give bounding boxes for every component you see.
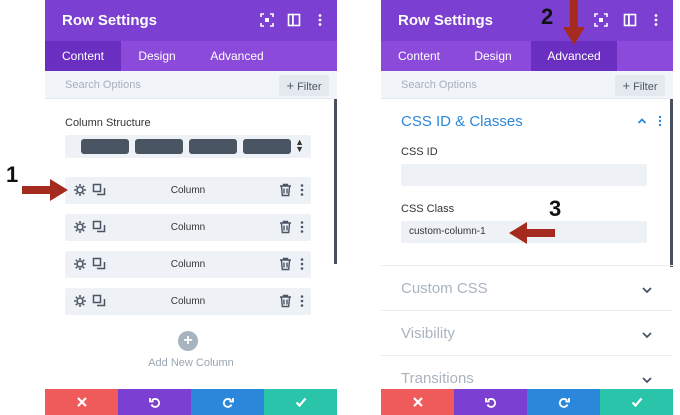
undo-icon xyxy=(148,398,160,408)
column-structure-segment xyxy=(135,139,183,154)
chevron-down-icon[interactable] xyxy=(641,329,653,341)
undo-button[interactable] xyxy=(118,389,191,415)
chevron-up-icon[interactable] xyxy=(637,116,647,126)
save-button[interactable] xyxy=(600,389,673,415)
select-arrows-icon: ▲ ▼ xyxy=(295,137,304,154)
tab-bar: Content Design Advanced xyxy=(45,41,337,71)
step-number-1: 1 xyxy=(6,162,19,187)
section-transitions[interactable]: Transitions xyxy=(401,370,474,387)
column-structure-select[interactable]: ▲ ▼ xyxy=(65,135,311,158)
arrow-right-icon xyxy=(22,179,68,201)
column-row[interactable]: Column xyxy=(65,214,311,241)
search-input[interactable]: Search Options xyxy=(401,79,477,91)
section-custom-css[interactable]: Custom CSS xyxy=(401,280,488,297)
undo-button[interactable] xyxy=(454,389,527,415)
css-class-label: CSS Class xyxy=(401,203,455,215)
css-id-field[interactable] xyxy=(401,164,647,186)
css-id-label: CSS ID xyxy=(401,146,438,158)
add-column-button[interactable]: + xyxy=(178,331,198,351)
more-options-icon[interactable] xyxy=(657,115,663,127)
add-column-label[interactable]: Add New Column xyxy=(45,357,337,369)
split-view-icon[interactable] xyxy=(623,13,637,27)
column-label: Column xyxy=(170,185,206,196)
more-options-icon[interactable] xyxy=(299,257,305,271)
trash-icon[interactable] xyxy=(279,294,292,308)
step-number-3: 3 xyxy=(549,196,562,221)
check-icon xyxy=(295,397,306,408)
row-settings-panel-advanced: Row Settings Content Design Advanced Sea… xyxy=(381,0,673,415)
search-bar: Search Options + Filter xyxy=(381,71,673,99)
filter-label: Filter xyxy=(633,81,658,93)
redo-icon xyxy=(222,398,234,408)
column-row[interactable]: Column xyxy=(65,177,311,204)
footer-bar xyxy=(45,389,337,415)
close-icon xyxy=(412,397,423,407)
search-input[interactable]: Search Options xyxy=(65,79,141,91)
column-structure-segment xyxy=(243,139,291,154)
undo-icon xyxy=(484,398,496,408)
column-label: Column xyxy=(170,259,206,270)
cancel-button[interactable] xyxy=(381,389,454,415)
cancel-button[interactable] xyxy=(45,389,118,415)
fullscreen-icon[interactable] xyxy=(260,13,274,27)
tab-bar: Content Design Advanced xyxy=(381,41,673,71)
section-divider xyxy=(381,265,673,266)
more-options-icon[interactable] xyxy=(649,13,663,27)
split-view-icon[interactable] xyxy=(287,13,301,27)
section-divider xyxy=(381,355,673,356)
fullscreen-icon[interactable] xyxy=(594,13,608,27)
redo-button[interactable] xyxy=(527,389,600,415)
column-row[interactable]: Column xyxy=(65,251,311,278)
more-options-icon[interactable] xyxy=(299,183,305,197)
arrow-down-icon xyxy=(563,0,585,45)
tab-advanced[interactable]: Advanced xyxy=(531,41,617,71)
trash-icon[interactable] xyxy=(279,183,292,197)
panel-header: Row Settings xyxy=(45,0,337,41)
arrow-left-icon xyxy=(509,222,555,244)
section-visibility[interactable]: Visibility xyxy=(401,325,455,342)
panel-title: Row Settings xyxy=(62,12,158,29)
tab-content[interactable]: Content xyxy=(381,41,457,71)
plus-icon: + xyxy=(286,78,295,93)
more-options-icon[interactable] xyxy=(299,294,305,308)
tab-advanced[interactable]: Advanced xyxy=(193,41,281,71)
chevron-down-icon[interactable] xyxy=(641,284,653,296)
search-bar: Search Options + Filter xyxy=(45,71,337,99)
close-icon xyxy=(76,397,87,407)
column-label: Column xyxy=(170,296,206,307)
redo-button[interactable] xyxy=(191,389,264,415)
filter-label: Filter xyxy=(297,81,322,93)
more-options-icon[interactable] xyxy=(313,13,327,27)
more-options-icon[interactable] xyxy=(299,220,305,234)
check-icon xyxy=(631,397,642,408)
column-structure-segment xyxy=(81,139,129,154)
filter-button[interactable]: + Filter xyxy=(279,75,329,96)
column-structure-label: Column Structure xyxy=(65,117,151,129)
filter-button[interactable]: + Filter xyxy=(615,75,665,96)
plus-icon: + xyxy=(622,78,631,93)
footer-bar xyxy=(381,389,673,415)
column-row[interactable]: Column xyxy=(65,288,311,315)
panel-title: Row Settings xyxy=(398,12,494,29)
column-structure-segment xyxy=(189,139,237,154)
redo-icon xyxy=(558,398,570,408)
tab-design[interactable]: Design xyxy=(121,41,193,71)
scrollbar[interactable] xyxy=(670,99,673,267)
trash-icon[interactable] xyxy=(279,257,292,271)
trash-icon[interactable] xyxy=(279,220,292,234)
panel-header: Row Settings xyxy=(381,0,673,41)
tab-design[interactable]: Design xyxy=(457,41,529,71)
row-settings-panel-content: Row Settings Content Design Advanced Sea… xyxy=(45,0,337,415)
save-button[interactable] xyxy=(264,389,337,415)
scrollbar[interactable] xyxy=(334,99,337,264)
section-divider xyxy=(381,310,673,311)
column-label: Column xyxy=(170,222,206,233)
step-number-2: 2 xyxy=(541,4,554,29)
chevron-down-icon[interactable] xyxy=(641,374,653,386)
tab-content[interactable]: Content xyxy=(45,41,121,71)
section-css-id-classes[interactable]: CSS ID & Classes xyxy=(401,113,523,130)
